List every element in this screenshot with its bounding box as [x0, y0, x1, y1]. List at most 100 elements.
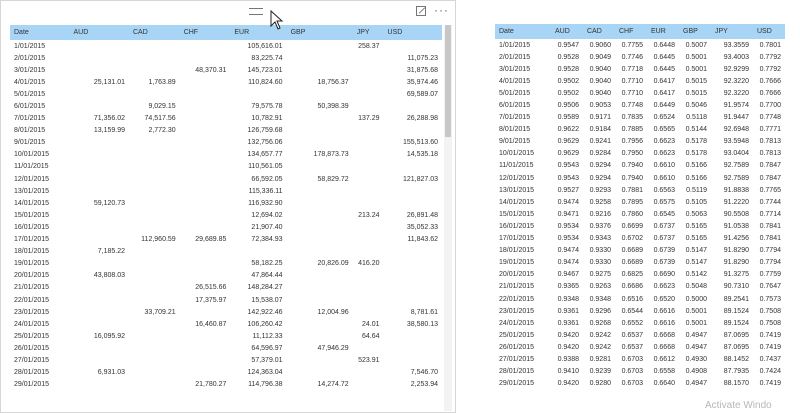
- table-cell: 0.4947: [685, 343, 707, 351]
- table-header-row: Date AUD CAD CHF EUR GBP JPY USD: [495, 24, 785, 39]
- table-cell: 0.5178: [685, 138, 707, 146]
- table-cell: [129, 367, 180, 379]
- table-cell: 25/01/2015: [14, 332, 50, 340]
- column-header[interactable]: Date: [10, 25, 70, 40]
- table-cell: 0.9242: [589, 343, 611, 351]
- table-cell: 0.7419: [759, 380, 781, 388]
- table-cell: 6/01/2015: [14, 103, 46, 111]
- column-header[interactable]: EUR: [647, 24, 679, 39]
- column-header[interactable]: CHF: [615, 24, 647, 39]
- column-header[interactable]: AUD: [551, 24, 583, 39]
- column-header[interactable]: GBP: [679, 24, 711, 39]
- column-header[interactable]: USD: [383, 25, 442, 40]
- table-row: 8/01/2015 13,159.99 2,772.30 126,759.68: [10, 125, 442, 137]
- table-cell: [384, 197, 442, 209]
- daily-totals-visual[interactable]: ··· Date AUD CAD CHF EUR GBP JPY USD 1/01/2015 1…: [0, 0, 456, 413]
- scrollbar-thumb[interactable]: [445, 25, 451, 137]
- table-cell: [287, 354, 353, 366]
- table-cell: 0.9171: [589, 114, 611, 122]
- table-cell: 93.3559: [723, 41, 749, 49]
- table-cell: 19/01/2015: [499, 259, 535, 267]
- vertical-scrollbar[interactable]: [444, 25, 452, 411]
- table-cell: [70, 221, 130, 233]
- table-cell: 0.4930: [685, 355, 707, 363]
- table-cell: 0.7847: [759, 162, 781, 170]
- table-cell: 0.9365: [557, 283, 579, 291]
- table-cell: [70, 209, 130, 221]
- table-cell: 0.7813: [759, 138, 781, 146]
- column-header[interactable]: CHF: [179, 25, 231, 40]
- table-cell: 83,225.74: [251, 54, 283, 62]
- table-row: 25/01/2015 0.9420 0.9242 0.6537 0.6668 0.4947…: [495, 329, 785, 341]
- table-cell: 90.7310: [723, 283, 749, 291]
- table-cell: 15,538.07: [251, 296, 283, 304]
- table-cell: [129, 221, 180, 233]
- table-cell: 0.6448: [653, 41, 675, 49]
- table-cell: [287, 40, 353, 52]
- table-cell: 0.9547: [557, 41, 579, 49]
- table-cell: 0.6703: [621, 355, 643, 363]
- column-header[interactable]: CAD: [583, 24, 615, 39]
- table-cell: 0.5001: [685, 319, 707, 327]
- table-row: 23/01/2015 0.9361 0.9296 0.6544 0.6616 0.5001…: [495, 305, 785, 317]
- more-options-icon[interactable]: ···: [434, 3, 449, 17]
- table-cell: 0.6575: [653, 198, 675, 206]
- table-cell: 91.4256: [723, 235, 749, 243]
- table-cell: 11/01/2015: [499, 162, 534, 170]
- table-cell: [129, 330, 180, 342]
- table-cell: 16/01/2015: [499, 222, 535, 230]
- column-header[interactable]: USD: [753, 24, 785, 39]
- exchange-rates-visual[interactable]: Date AUD CAD CHF EUR GBP JPY USD 1/01/2015 0.954…: [490, 0, 800, 413]
- table-cell: 12/01/2015: [499, 174, 535, 182]
- table-cell: [353, 76, 384, 88]
- table-cell: 58,182.25: [251, 260, 283, 268]
- table-cell: 0.5001: [685, 307, 707, 315]
- table-cell: [287, 185, 353, 197]
- table-cell: [230, 88, 286, 100]
- table-cell: 10/01/2015: [499, 150, 535, 158]
- table-cell: 2,253.94: [410, 381, 438, 389]
- table-cell: 0.9543: [557, 162, 579, 170]
- table-cell: 0.7794: [759, 259, 781, 267]
- table-cell: 115,336.11: [248, 187, 283, 195]
- table-cell: 112,960.59: [141, 236, 176, 244]
- table-header-row: Date AUD CAD CHF EUR GBP JPY USD: [10, 25, 442, 40]
- table-cell: 1,763.89: [148, 78, 176, 86]
- table-cell: 0.9376: [589, 222, 611, 230]
- drag-handle-icon[interactable]: [249, 8, 263, 15]
- column-header[interactable]: Date: [495, 24, 551, 39]
- table-cell: 0.5147: [685, 247, 707, 255]
- table-cell: [70, 282, 130, 294]
- focus-mode-icon[interactable]: [416, 6, 426, 16]
- table-cell: 79,575.78: [251, 103, 283, 111]
- table-cell: 0.7666: [759, 89, 781, 97]
- table-cell: [353, 173, 384, 185]
- table-cell: 11,075.23: [407, 54, 438, 62]
- column-header[interactable]: JPY: [711, 24, 753, 39]
- table-cell: [384, 258, 442, 270]
- table-cell: 0.6537: [621, 331, 643, 339]
- table-cell: 0.9474: [557, 247, 579, 255]
- table-cell: [287, 234, 353, 246]
- table-cell: 26,891.48: [406, 211, 438, 219]
- column-header[interactable]: CAD: [129, 25, 180, 40]
- table-cell: 18,756.37: [317, 78, 349, 86]
- table-row: 15/01/2015 0.9471 0.9216 0.7860 0.6545 0.5063…: [495, 208, 785, 220]
- table-cell: 155,513.60: [402, 139, 438, 147]
- table-cell: 2/01/2015: [14, 54, 46, 62]
- table-cell: [129, 173, 180, 185]
- column-header[interactable]: AUD: [69, 25, 129, 40]
- table-cell: [230, 246, 286, 258]
- table-cell: [287, 161, 353, 173]
- table-cell: [353, 306, 384, 318]
- table-cell: [180, 100, 231, 112]
- table-cell: [353, 197, 384, 209]
- table-cell: [70, 173, 130, 185]
- table-cell: [70, 354, 130, 366]
- table-cell: [353, 64, 384, 76]
- table-cell: 23/01/2015: [499, 307, 535, 315]
- column-header[interactable]: GBP: [286, 25, 353, 40]
- table-cell: [70, 161, 130, 173]
- table-cell: [70, 40, 130, 52]
- column-header[interactable]: JPY: [352, 25, 384, 40]
